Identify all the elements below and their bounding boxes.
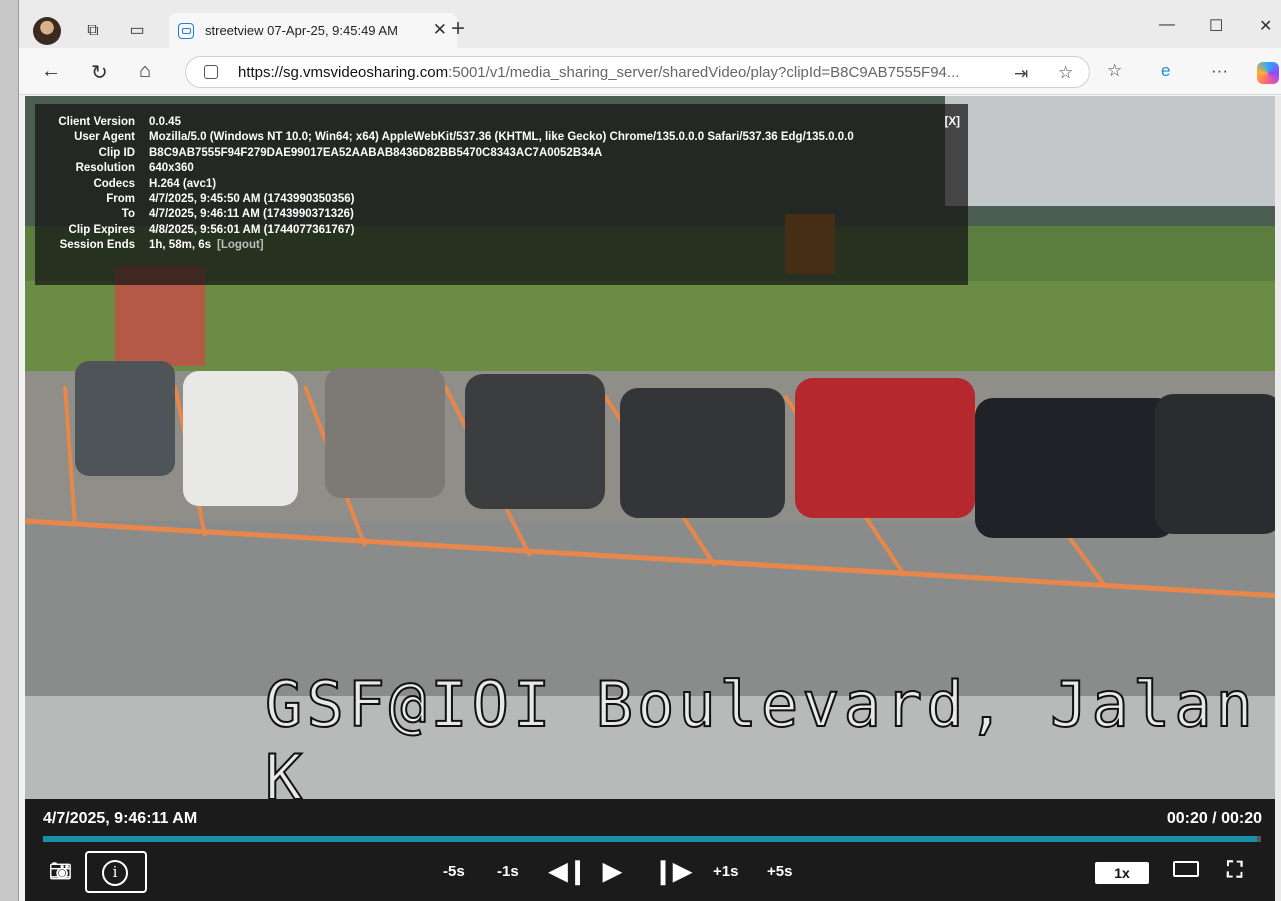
tab-title: streetview 07-Apr-25, 9:45:49 AM: [205, 23, 398, 38]
info-key: Resolution: [75, 162, 135, 175]
favorite-star-icon[interactable]: ☆: [1058, 63, 1073, 83]
playback-duration: 00:20 / 00:20: [1166, 810, 1262, 827]
forward-1s-button[interactable]: +1s: [713, 863, 738, 880]
step-back-icon[interactable]: ◀❙: [549, 857, 588, 886]
tab-streetview[interactable]: streetview 07-Apr-25, 9:45:49 AM ✕: [169, 13, 457, 48]
playback-speed-button[interactable]: 1x: [1095, 862, 1149, 884]
camera-location-caption: GSF@IOI Boulevard, Jalan K: [264, 667, 1257, 815]
back-5s-button[interactable]: -5s: [443, 863, 465, 880]
info-value: 0.0.45: [149, 116, 181, 128]
address-bar[interactable]: https://sg.vmsvideosharing.com:5001/v1/m…: [185, 56, 1090, 88]
info-row: From 4/7/2025, 9:45:50 AM (1743990350356): [35, 193, 968, 208]
info-value: 1h, 58m, 6s [Logout]: [149, 239, 264, 251]
info-key: Codecs: [93, 177, 135, 190]
tab-bar: ⧉ ▭ streetview 07-Apr-25, 9:45:49 AM ✕ +…: [19, 0, 1281, 48]
info-row: Clip Expires 4/8/2025, 9:56:01 AM (174407…: [35, 224, 968, 239]
info-row: Codecs H.264 (avc1): [35, 178, 968, 193]
minimize-icon[interactable]: —: [1159, 16, 1175, 34]
close-window-icon[interactable]: ✕: [1259, 16, 1272, 36]
edge-icon[interactable]: e: [1161, 61, 1170, 81]
info-key: User Agent: [74, 131, 135, 144]
refresh-icon[interactable]: ↻: [91, 60, 108, 85]
info-value: 4/7/2025, 9:45:50 AM (1743990350356): [149, 192, 355, 205]
info-value: 4/8/2025, 9:56:01 AM (1744077361767): [149, 223, 355, 236]
player-controls: 4/7/2025, 9:46:11 AM 00:20 / 00:20 📷︎ i …: [25, 799, 1281, 901]
info-row: User Agent Mozilla/5.0 (Windows NT 10.0; …: [35, 131, 968, 146]
home-icon[interactable]: ⌂: [139, 60, 151, 83]
site-info-icon[interactable]: [204, 65, 218, 79]
seek-bar[interactable]: [43, 836, 1261, 842]
media-share-icon: [178, 23, 194, 39]
workspaces-icon[interactable]: ⧉: [81, 19, 105, 43]
play-icon[interactable]: ▶: [603, 857, 621, 886]
current-timestamp: 4/7/2025, 9:46:11 AM: [43, 810, 198, 827]
info-value: 4/7/2025, 9:46:11 AM (1743990371326): [149, 208, 354, 221]
snapshot-camera-icon[interactable]: 📷︎: [49, 861, 72, 882]
logout-link[interactable]: [Logout]: [217, 239, 264, 251]
back-icon[interactable]: ←: [41, 60, 61, 83]
session-remaining: 1h, 58m, 6s: [149, 239, 212, 252]
page-scrollbar[interactable]: [1275, 96, 1281, 901]
tab-actions-icon[interactable]: ▭: [125, 19, 149, 43]
info-key: Clip Expires: [68, 223, 135, 236]
info-value: 640x360: [149, 162, 194, 175]
more-menu-icon[interactable]: ···: [1211, 61, 1228, 81]
info-toggle-button[interactable]: i: [85, 851, 147, 893]
clip-info-panel: [X] Client Version 0.0.45 User Agent Mozil…: [35, 104, 968, 285]
url-path: :5001/v1/media_sharing_server/sharedVide…: [448, 64, 960, 81]
info-key: From: [106, 192, 135, 205]
url-text: https://sg.vmsvideosharing.com:5001/v1/m…: [238, 64, 959, 81]
info-value: Mozilla/5.0 (Windows NT 10.0; Win64; x64…: [149, 131, 854, 144]
info-row: Resolution 640x360: [35, 162, 968, 177]
info-key: Client Version: [58, 116, 135, 128]
forward-5s-button[interactable]: +5s: [767, 863, 792, 880]
info-key: Clip ID: [98, 146, 135, 159]
address-toolbar: ← ↻ ⌂ https://sg.vmsvideosharing.com:500…: [19, 48, 1281, 95]
info-row: Session Ends 1h, 58m, 6s [Logout]: [35, 239, 968, 254]
video-player[interactable]: GSF@IOI Boulevard, Jalan K [X] Client Ve…: [25, 96, 1281, 901]
fullscreen-icon[interactable]: ⛶: [1227, 857, 1242, 883]
seek-progress: [43, 836, 1258, 842]
info-value: B8C9AB7555F94F279DAE99017EA52AABAB8436D8…: [149, 146, 603, 159]
info-key: To: [121, 208, 135, 221]
info-row: Clip ID B8C9AB7555F94F279DAE99017EA52AABA…: [35, 147, 968, 162]
close-tab-icon[interactable]: ✕: [433, 20, 447, 40]
profile-avatar[interactable]: [33, 17, 61, 45]
new-tab-button[interactable]: +: [451, 15, 465, 43]
immersive-reader-icon[interactable]: ⇥: [1014, 64, 1028, 84]
info-icon: i: [102, 860, 128, 886]
info-key: Session Ends: [59, 239, 135, 252]
url-host: https://sg.vmsvideosharing.com: [238, 64, 449, 81]
step-forward-icon[interactable]: ❙▶: [653, 857, 692, 886]
maximize-icon[interactable]: ☐: [1209, 16, 1223, 36]
back-1s-button[interactable]: -1s: [497, 863, 519, 880]
info-row: Client Version 0.0.45: [35, 116, 968, 131]
copilot-icon[interactable]: [1257, 62, 1279, 84]
theater-mode-icon[interactable]: [1173, 861, 1199, 877]
info-row: To 4/7/2025, 9:46:11 AM (1743990371326): [35, 208, 968, 223]
info-value: H.264 (avc1): [149, 177, 217, 190]
favorites-icon[interactable]: ☆: [1107, 61, 1122, 81]
browser-window: ⧉ ▭ streetview 07-Apr-25, 9:45:49 AM ✕ +…: [18, 0, 1281, 901]
